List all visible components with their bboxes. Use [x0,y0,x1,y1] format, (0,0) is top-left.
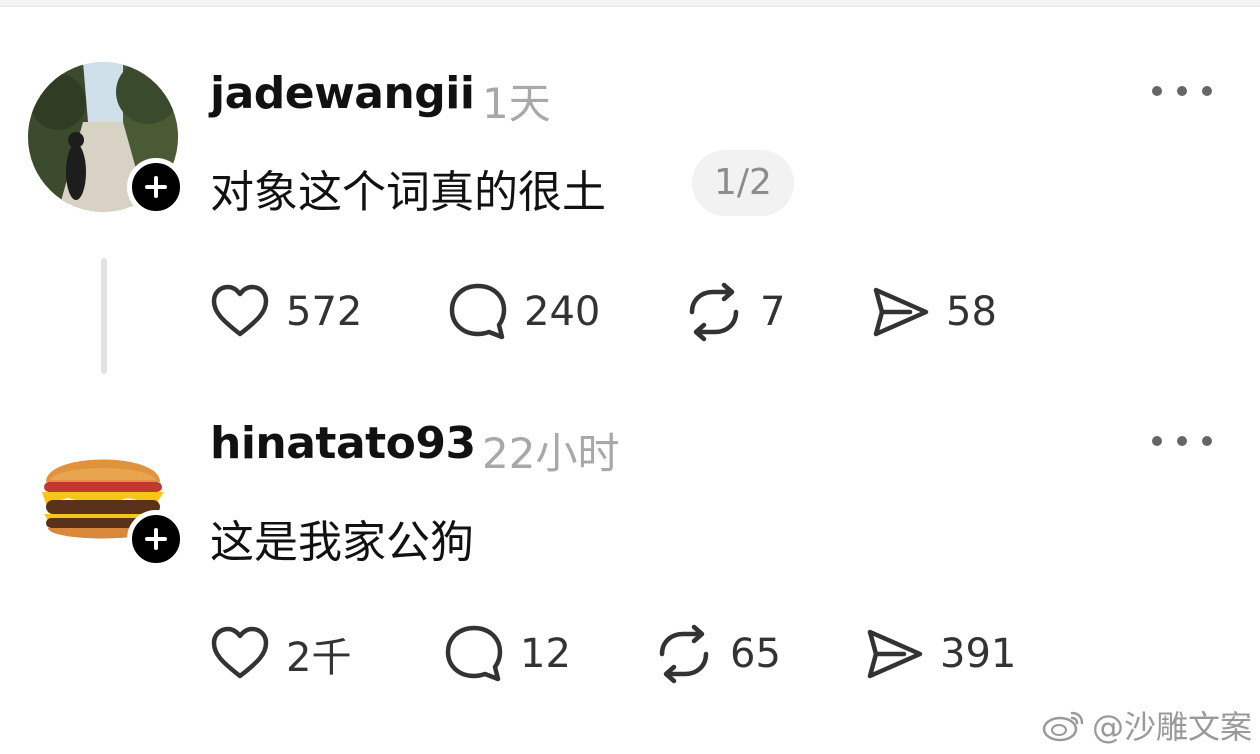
more-dot [1202,436,1212,446]
heart-icon [211,284,269,337]
repost-count: 7 [760,289,786,335]
repost-button[interactable]: 65 [654,624,781,684]
watermark-text: @沙雕文案 [1091,708,1252,746]
like-button[interactable]: 572 [210,282,362,342]
send-icon [867,629,923,679]
plus-icon [145,528,167,550]
more-dot [1177,86,1187,96]
post-time: 22小时 [482,429,620,478]
post-item: hinatato93 22小时 这是我家公狗 2千 12 65 391 [0,390,1260,754]
share-count: 391 [940,631,1017,677]
send-icon [873,287,929,337]
comment-bubble-icon [445,625,503,682]
thread-line [101,258,107,374]
more-dot [1177,436,1187,446]
feed-page: jadewangii 1天 对象这个词真的很土 1/2 572 240 7 58… [0,0,1260,754]
repost-icon [659,624,709,684]
comment-bubble-icon [449,283,507,340]
follow-plus-button[interactable] [127,158,185,216]
avatar-container [28,414,185,568]
share-button[interactable]: 58 [870,282,997,342]
repost-icon [689,282,739,342]
action-bar: 572 240 7 58 [210,282,1010,342]
more-options-button[interactable] [1152,426,1212,456]
like-count: 2千 [286,635,352,681]
post-time: 1天 [482,79,551,128]
more-dots-icon [1152,436,1162,446]
like-count: 572 [286,289,363,335]
comment-button[interactable]: 240 [448,282,600,342]
post-item: jadewangii 1天 对象这个词真的很土 1/2 572 240 7 58 [0,0,1260,390]
repost-count: 65 [730,631,781,677]
more-dots-icon [1152,86,1162,96]
post-text: 这是我家公狗 [210,517,474,568]
weibo-logo-icon [1042,711,1084,742]
repost-button[interactable]: 7 [684,282,785,342]
post-text: 对象这个词真的很土 [210,167,606,218]
plus-icon [145,176,167,198]
comment-count: 240 [524,289,601,335]
username[interactable]: hinatato93 [210,418,476,469]
username[interactable]: jadewangii [210,68,475,119]
avatar-container [28,62,185,216]
share-count: 58 [946,289,997,335]
heart-icon [211,626,269,679]
watermark: @沙雕文案 [1042,702,1252,748]
like-button[interactable]: 2千 [210,624,351,684]
comment-count: 12 [520,631,571,677]
follow-plus-button[interactable] [127,510,185,568]
action-bar: 2千 12 65 391 [210,624,1030,684]
more-options-button[interactable] [1152,76,1212,106]
more-dot [1202,86,1212,96]
page-indicator-badge: 1/2 [692,150,794,216]
comment-button[interactable]: 12 [444,624,571,684]
share-button[interactable]: 391 [864,624,1016,684]
